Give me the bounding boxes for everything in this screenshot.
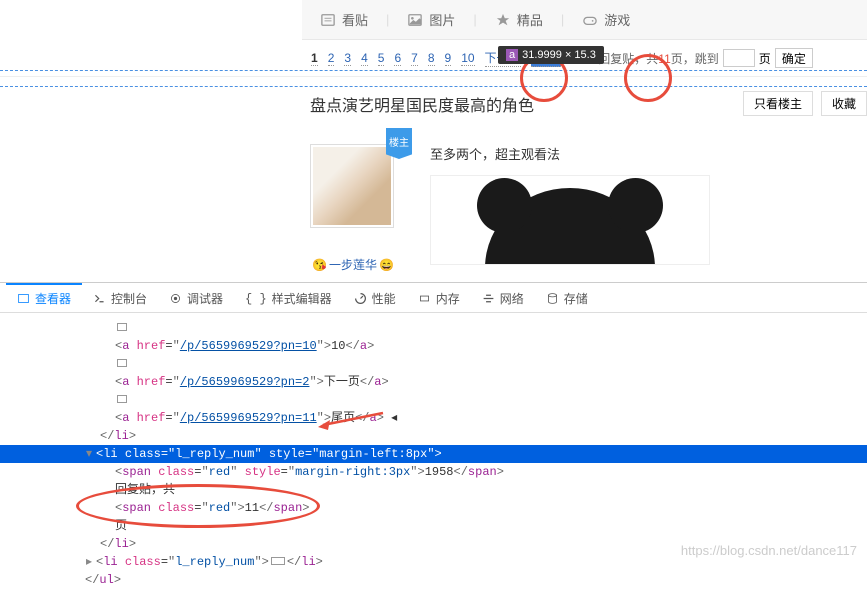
memory-icon [418,292,431,305]
devtools-panel: 查看器 控制台 调试器 { } 样式编辑器 性能 内存 网络 存储 [0,282,867,566]
page-link[interactable]: 6 [394,51,401,66]
user-column: 楼主 😘 一步莲华 😄 [310,130,420,273]
tab-storage[interactable]: 存储 [535,283,599,312]
inspector-icon [17,292,30,305]
styles-icon: { } [245,292,267,306]
storage-icon [546,292,559,305]
page-link[interactable]: 10 [461,51,474,66]
star-icon [495,13,511,27]
tab-console[interactable]: 控制台 [82,283,158,312]
page-link[interactable]: 2 [328,51,335,66]
page-link[interactable]: 5 [378,51,385,66]
tooltip-dims: 31.9999 × 15.3 [522,49,596,61]
annotation-ellipse [76,484,320,528]
page-current: 1 [311,51,318,66]
code-line[interactable] [0,319,867,337]
code-line[interactable]: <a href="/p/5659969529?pn=2">下一页</a> [0,373,867,391]
tab-inspector[interactable]: 查看器 [6,283,82,312]
post-body: 楼主 😘 一步莲华 😄 至多两个，超主观看法 [0,130,867,273]
nav-games[interactable]: 游戏 [582,10,630,29]
tab-label: 控制台 [111,290,147,307]
tab-label: 调试器 [187,290,223,307]
images-icon [407,13,423,27]
content-column: 至多两个，超主观看法 [420,130,867,273]
username[interactable]: 😘 一步莲华 😄 [310,256,420,273]
posts-icon [320,13,336,27]
watermark: https://blog.csdn.net/dance117 [681,543,857,558]
nav-posts[interactable]: 看贴 [320,10,368,29]
tab-label: 查看器 [35,290,71,307]
nav-games-label: 游戏 [604,10,630,29]
devtools-tabs: 查看器 控制台 调试器 { } 样式编辑器 性能 内存 网络 存储 [0,283,867,313]
debugger-icon [169,292,182,305]
nav-featured-label: 精品 [517,10,543,29]
avatar[interactable] [310,144,394,228]
post-text: 至多两个，超主观看法 [430,144,847,163]
code-line[interactable]: <span class="red" style="margin-right:3p… [0,463,867,481]
ruler-horizontal [0,86,867,87]
jump-label: ，跳到 [683,52,719,66]
tab-label: 存储 [564,290,588,307]
post-image[interactable] [430,175,710,265]
nav-featured[interactable]: 精品 [495,10,543,29]
top-nav: 看贴 | 图片 | 精品 | 游戏 [302,0,867,40]
code-line[interactable] [0,355,867,373]
perf-icon [354,292,367,305]
page-link[interactable]: 3 [344,51,351,66]
page-unit: 页 [759,50,771,67]
tab-label: 内存 [436,290,460,307]
username-text: 一步莲华 [329,256,377,273]
code-line[interactable]: </ul> [0,571,867,589]
tab-performance[interactable]: 性能 [343,283,407,312]
post-header: 盘点演艺明星国民度最高的角色 只看楼主 收藏 [0,76,867,130]
owner-badge: 楼主 [386,128,412,159]
tab-styles[interactable]: { } 样式编辑器 [234,283,343,312]
code-line[interactable] [0,391,867,409]
tooltip-tag: a [506,49,518,61]
nav-posts-label: 看贴 [342,10,368,29]
ruler-horizontal [0,70,867,71]
code-line-selected[interactable]: ▾<li class="l_reply_num" style="margin-l… [0,445,867,463]
annotation-circle [624,54,672,102]
tab-memory[interactable]: 内存 [407,283,471,312]
favorite-button[interactable]: 收藏 [821,91,867,116]
tab-label: 样式编辑器 [272,290,332,307]
emoji-icon: 😘 [312,258,327,272]
page-confirm-button[interactable]: 确定 [775,48,813,68]
nav-separator: | [561,12,564,27]
page-jump-input[interactable] [723,49,755,67]
nav-images[interactable]: 图片 [407,10,455,29]
network-icon [482,292,495,305]
nav-images-label: 图片 [429,10,455,29]
code-line[interactable]: <a href="/p/5659969529?pn=11">尾页</a> ◂ [0,409,867,427]
games-icon [582,13,598,27]
tab-debugger[interactable]: 调试器 [158,283,234,312]
tab-label: 性能 [372,290,396,307]
console-icon [93,292,106,305]
nav-separator: | [386,12,389,27]
page-suffix: 页 [671,52,683,66]
page-link[interactable]: 8 [428,51,435,66]
tab-label: 网络 [500,290,524,307]
page-link[interactable]: 4 [361,51,368,66]
annotation-arrow-icon [318,410,388,430]
post-title: 盘点演艺明星国民度最高的角色 [310,92,735,116]
tab-network[interactable]: 网络 [471,283,535,312]
page-link[interactable]: 9 [445,51,452,66]
element-tooltip: a 31.9999 × 15.3 [498,46,604,64]
code-line[interactable]: </li> [0,427,867,445]
emoji-icon: 😄 [379,258,394,272]
page-link[interactable]: 7 [411,51,418,66]
owner-only-button[interactable]: 只看楼主 [743,91,813,116]
nav-separator: | [473,12,476,27]
code-line[interactable]: <a href="/p/5659969529?pn=10">10</a> [0,337,867,355]
